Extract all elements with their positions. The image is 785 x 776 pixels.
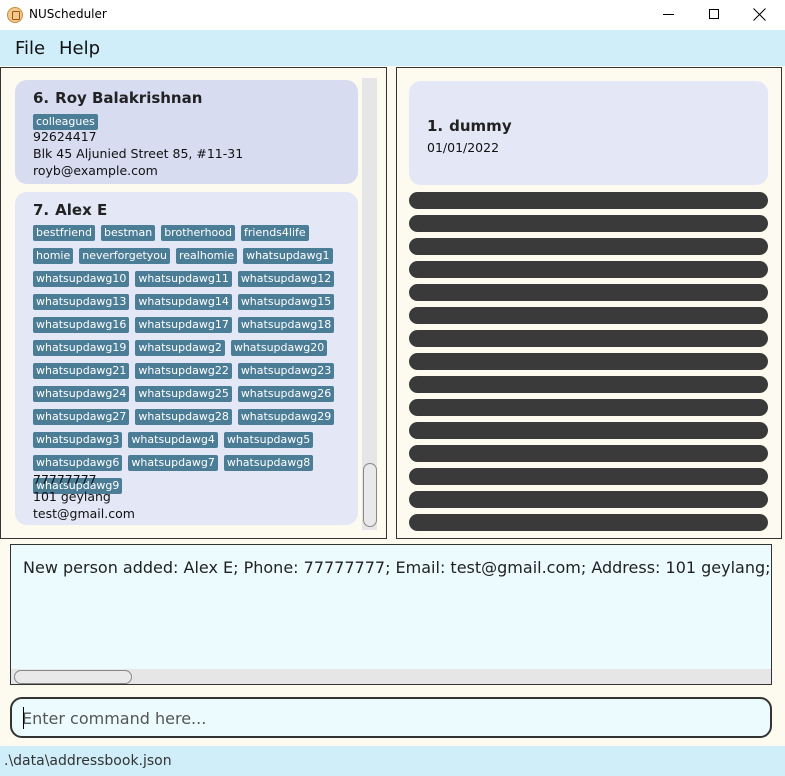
tag-badge: whatsupdawg4 [128, 432, 218, 448]
tag-badge: whatsupdawg6 [33, 455, 123, 471]
person-name: 6. Roy Balakrishnan [33, 89, 202, 107]
result-text: New person added: Alex E; Phone: 7777777… [23, 558, 771, 577]
status-bar: .\data\addressbook.json [0, 746, 785, 776]
event-card[interactable]: 1. dummy 01/01/2022 [409, 81, 768, 185]
person-phone: 92624417 [33, 129, 97, 144]
tag-badge: whatsupdawg23 [237, 363, 335, 379]
schedule-slot[interactable] [409, 399, 768, 416]
tag-badge: colleagues [33, 114, 98, 130]
schedule-slot[interactable] [409, 468, 768, 485]
app-icon [7, 7, 23, 23]
maximize-icon [709, 9, 719, 19]
person-name: 7. Alex E [33, 201, 107, 219]
tag-badge: whatsupdawg18 [237, 317, 335, 333]
tag-badge: whatsupdawg24 [33, 386, 130, 402]
command-input[interactable] [22, 707, 752, 729]
tag-badge: realhomie [176, 248, 238, 264]
tag-badge: whatsupdawg1 [243, 248, 333, 264]
event-index: 1. [427, 117, 444, 135]
tag-badge: whatsupdawg21 [33, 363, 130, 379]
tag-badge: whatsupdawg26 [237, 386, 335, 402]
person-index: 6. [33, 89, 50, 107]
tag-badge: whatsupdawg7 [128, 455, 218, 471]
schedule-slot[interactable] [409, 307, 768, 324]
tag-badge: whatsupdawg12 [237, 271, 335, 287]
event-title: 1. dummy [427, 117, 512, 135]
schedule-slot[interactable] [409, 514, 768, 531]
tag-badge: whatsupdawg15 [237, 294, 335, 310]
maximize-button[interactable] [691, 0, 737, 30]
tag-badge: whatsupdawg3 [33, 432, 123, 448]
tag-badge: whatsupdawg22 [135, 363, 232, 379]
result-scroll-thumb[interactable] [14, 670, 132, 684]
tag-badge: whatsupdawg29 [237, 409, 335, 425]
window-title: NUScheduler [29, 7, 107, 21]
tag-badge: friends4life [241, 225, 309, 241]
tag-badge: whatsupdawg11 [135, 271, 232, 287]
tag-badge: whatsupdawg16 [33, 317, 130, 333]
command-box [10, 697, 772, 738]
person-list-panel: 6. Roy Balakrishnan colleagues 92624417 B… [0, 67, 387, 539]
schedule-slot[interactable] [409, 330, 768, 347]
schedule-panel: 1. dummy 01/01/2022 [396, 67, 782, 539]
tag-badge: whatsupdawg13 [33, 294, 130, 310]
schedule-slot[interactable] [409, 422, 768, 439]
schedule-slot[interactable] [409, 376, 768, 393]
person-name-text: Alex E [55, 201, 108, 219]
person-index: 7. [33, 201, 50, 219]
person-email: royb@example.com [33, 163, 158, 178]
tag-badge: whatsupdawg5 [223, 432, 314, 448]
tag-badge: bestfriend [33, 225, 95, 241]
tag-badge: bestman [100, 225, 156, 241]
tag-badge: whatsupdawg20 [230, 340, 328, 356]
schedule-slot[interactable] [409, 215, 768, 232]
main-area: 6. Roy Balakrishnan colleagues 92624417 B… [0, 66, 785, 746]
tag-badge: whatsupdawg14 [135, 294, 232, 310]
menu-bar: File Help [0, 30, 785, 66]
schedule-slot[interactable] [409, 353, 768, 370]
person-name-text: Roy Balakrishnan [55, 89, 203, 107]
event-date: 01/01/2022 [427, 140, 500, 155]
person-card[interactable]: 6. Roy Balakrishnan colleagues 92624417 B… [15, 80, 358, 184]
minimize-button[interactable] [645, 0, 691, 30]
minimize-icon [663, 14, 674, 15]
tag-badge: whatsupdawg25 [135, 386, 232, 402]
status-file-path: .\data\addressbook.json [4, 753, 172, 769]
tag-badge: whatsupdawg17 [135, 317, 232, 333]
tag-badge: whatsupdawg28 [135, 409, 232, 425]
tag-badge: brotherhood [161, 225, 235, 241]
tag-badge: whatsupdawg8 [223, 455, 314, 471]
result-display: New person added: Alex E; Phone: 7777777… [10, 544, 772, 685]
menu-file[interactable]: File [15, 38, 45, 59]
tag-badge: whatsupdawg19 [33, 340, 130, 356]
person-address: 101 geylang [33, 489, 111, 504]
schedule-slot[interactable] [409, 261, 768, 278]
person-tags: bestfriend bestman brotherhood friends4life… [33, 223, 353, 499]
schedule-slot[interactable] [409, 491, 768, 508]
menu-help[interactable]: Help [59, 38, 100, 59]
person-email: test@gmail.com [33, 506, 135, 521]
person-address: Blk 45 Aljunied Street 85, #11-31 [33, 146, 244, 161]
person-card[interactable]: 7. Alex E bestfriend bestman brotherhood fri… [15, 192, 358, 525]
schedule-slot[interactable] [409, 445, 768, 462]
schedule-slot[interactable] [409, 192, 768, 209]
person-list-scroll-thumb[interactable] [363, 463, 377, 527]
tag-badge: whatsupdawg10 [33, 271, 130, 287]
title-bar: NUScheduler [0, 0, 785, 30]
tag-badge: whatsupdawg2 [135, 340, 225, 356]
schedule-slot[interactable] [409, 284, 768, 301]
person-phone: 77777777 [33, 472, 97, 487]
schedule-slot[interactable] [409, 238, 768, 255]
event-title-text: dummy [449, 117, 512, 135]
close-button[interactable] [737, 0, 783, 30]
tag-badge: neverforgetyou [79, 248, 170, 264]
tag-badge: homie [33, 248, 74, 264]
tag-badge: whatsupdawg27 [33, 409, 130, 425]
text-caret [23, 707, 24, 729]
